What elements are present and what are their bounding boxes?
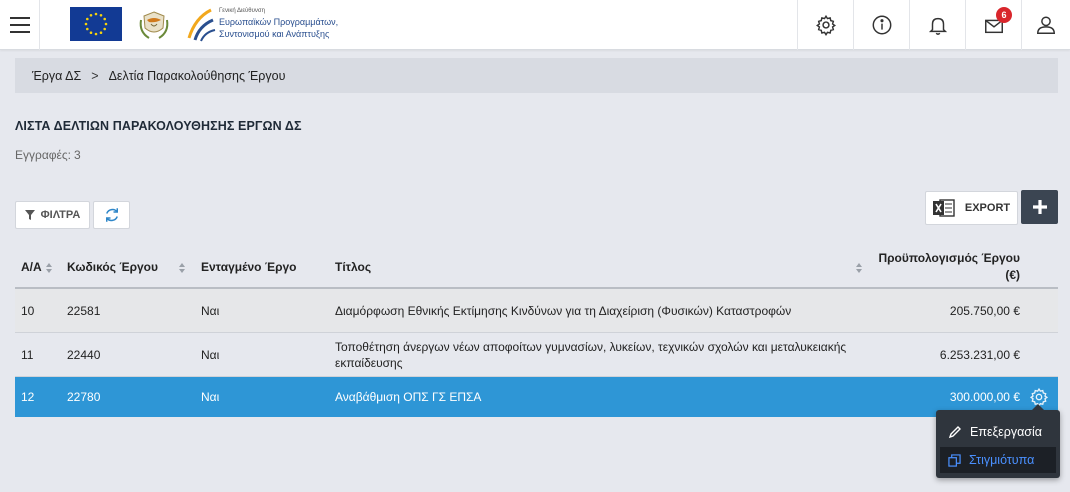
menu-item-snapshots-label: Στιγμιότυπα xyxy=(969,453,1035,467)
filter-icon xyxy=(24,210,35,220)
records-count: Εγγραφές: 3 xyxy=(15,148,81,162)
column-header-code[interactable]: Κωδικός Έργου xyxy=(67,260,158,274)
eu-flag-logo xyxy=(70,7,122,41)
table-row[interactable]: 10 22581 Ναι Διαμόρφωση Εθνικής Εκτίμηση… xyxy=(15,289,1058,333)
menu-item-snapshots[interactable]: Στιγμιότυπα xyxy=(940,447,1056,473)
table-row[interactable]: 11 22440 Ναι Τοποθέτηση άνεργων νέων απο… xyxy=(15,333,1058,377)
column-header-aa[interactable]: Α/Α xyxy=(21,260,42,274)
records-label: Εγγραφές: xyxy=(15,148,72,162)
column-header-title[interactable]: Τίτλος xyxy=(335,260,371,274)
org-name-line3: Συντονισμού και Ανάπτυξης xyxy=(219,29,330,39)
bell-icon[interactable] xyxy=(909,0,965,50)
breadcrumb: Έργα ΔΣ > Δελτία Παρακολούθησης Έργου xyxy=(15,58,1058,93)
settings-gear-icon[interactable] xyxy=(797,0,853,50)
filters-button-label: ΦΙΛΤΡΑ xyxy=(40,209,81,221)
row-actions-menu: Επεξεργασία Στιγμιότυπα xyxy=(936,404,1060,478)
menu-icon[interactable] xyxy=(0,0,40,50)
export-button-label: EXPORT xyxy=(964,202,1011,214)
export-button[interactable]: EXPORT xyxy=(925,191,1018,225)
copy-icon xyxy=(948,453,961,467)
cell-aa: 10 xyxy=(21,303,35,318)
menu-item-edit-label: Επεξεργασία xyxy=(970,425,1043,439)
cell-code: 22440 xyxy=(67,347,101,362)
envelope-icon[interactable]: 6 xyxy=(965,0,1021,50)
cell-aa: 12 xyxy=(21,390,35,404)
refresh-icon xyxy=(105,208,118,222)
cell-integrated: Ναι xyxy=(201,390,220,404)
records-value: 3 xyxy=(74,148,81,162)
cell-title: Αναβάθμιση ΟΠΣ ΓΣ ΕΠΣΑ xyxy=(335,390,482,404)
breadcrumb-item-current: Δελτία Παρακολούθησης Έργου xyxy=(108,68,286,83)
add-button[interactable] xyxy=(1021,190,1058,224)
budget-header-line1: Προϋπολογισμός Έργου xyxy=(878,251,1020,265)
refresh-button[interactable] xyxy=(93,201,130,229)
org-name-line1: Γενική Διεύθυνση xyxy=(219,8,265,14)
notification-badge: 6 xyxy=(996,7,1012,23)
breadcrumb-separator: > xyxy=(91,68,99,83)
cell-integrated: Ναι xyxy=(201,303,220,318)
filters-button[interactable]: ΦΙΛΤΡΑ xyxy=(15,201,90,229)
cell-code: 22581 xyxy=(67,303,101,318)
cell-budget: 205.750,00 € xyxy=(949,303,1020,318)
cell-aa: 11 xyxy=(21,347,34,362)
column-header-integrated: Ενταγμένο Έργο xyxy=(201,260,297,274)
table-row-selected[interactable]: 12 22780 Ναι Αναβάθμιση ΟΠΣ ΓΣ ΕΠΣΑ 300.… xyxy=(15,377,1058,417)
table-header: Α/Α Κωδικός Έργου Ενταγμένο Έργο Τίτλος … xyxy=(15,245,1058,289)
cell-integrated: Ναι xyxy=(201,347,220,362)
user-icon[interactable] xyxy=(1021,0,1070,50)
cyprus-emblem-logo xyxy=(135,6,173,44)
top-bar: Γενική Διεύθυνση Ευρωπαϊκών Προγραμμάτων… xyxy=(0,0,1070,50)
projects-table: Α/Α Κωδικός Έργου Ενταγμένο Έργο Τίτλος … xyxy=(15,245,1058,417)
column-header-budget[interactable]: Προϋπολογισμός Έργου (€) xyxy=(878,251,1020,282)
excel-icon xyxy=(932,199,955,217)
sort-icon[interactable] xyxy=(855,263,863,273)
breadcrumb-item-projects[interactable]: Έργα ΔΣ xyxy=(32,69,81,83)
page-title: ΛΙΣΤΑ ΔΕΛΤΙΩΝ ΠΑΡΑΚΟΛΟΥΘΗΣΗΣ ΕΡΓΩΝ ΔΣ xyxy=(15,119,302,133)
menu-item-edit[interactable]: Επεξεργασία xyxy=(936,419,1060,445)
plus-icon xyxy=(1032,200,1047,214)
cell-title: Διαμόρφωση Εθνικής Εκτίμησης Κινδύνων γι… xyxy=(335,303,792,318)
org-name-line2: Ευρωπαϊκών Προγραμμάτων, xyxy=(219,17,339,27)
cell-budget: 6.253.231,00 € xyxy=(939,347,1020,362)
pencil-icon xyxy=(948,426,961,439)
org-logo: Γενική Διεύθυνση Ευρωπαϊκών Προγραμμάτων… xyxy=(185,6,365,44)
info-icon[interactable] xyxy=(853,0,909,50)
cell-code: 22780 xyxy=(67,390,101,404)
budget-header-line2: (€) xyxy=(1005,268,1020,282)
sort-icon[interactable] xyxy=(178,263,186,273)
cell-title: Τοποθέτηση άνεργων νέων αποφοίτων γυμνασ… xyxy=(335,339,847,370)
sort-icon[interactable] xyxy=(45,263,53,273)
